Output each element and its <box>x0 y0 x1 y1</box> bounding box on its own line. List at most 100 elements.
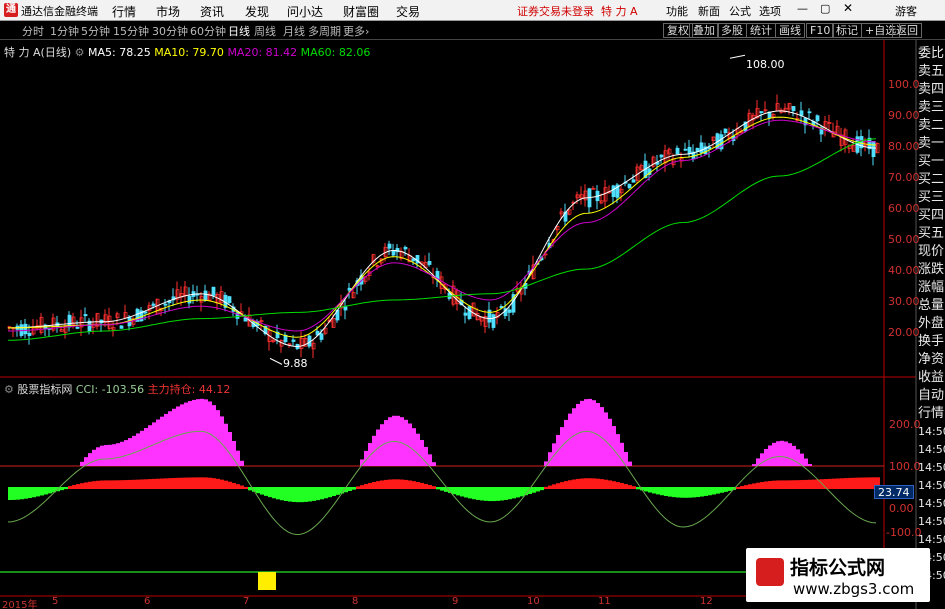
menu-xuanxiang[interactable]: 选项 <box>759 3 781 19</box>
candle-body <box>207 293 212 301</box>
close-icon[interactable]: ✕ <box>843 1 853 15</box>
restore-icon[interactable]: ▢ <box>820 2 830 15</box>
position-bar <box>804 479 808 489</box>
period-month[interactable]: 月线 <box>283 23 305 39</box>
menu-shichang[interactable]: 市场 <box>156 3 180 20</box>
menu-jiaoyi[interactable]: 交易 <box>396 3 420 20</box>
btn-tongji[interactable]: 统计 <box>746 23 776 38</box>
position-bar <box>352 487 356 490</box>
btn-fanhui[interactable]: 返回 <box>892 23 922 38</box>
menu-zixun[interactable]: 资讯 <box>200 3 224 20</box>
period-more[interactable]: 更多› <box>343 23 369 39</box>
side-sell3: 卖三 <box>918 100 945 115</box>
candle-body <box>751 114 756 121</box>
position-bar <box>344 487 348 493</box>
position-bar <box>280 487 284 501</box>
period-multi[interactable]: 多周期 <box>308 23 341 39</box>
position-bar <box>672 487 676 498</box>
period-day[interactable]: 日线 <box>228 23 250 39</box>
candle-body <box>195 293 200 296</box>
indicator-name[interactable]: 股票指标网 <box>17 383 72 396</box>
candle-body <box>139 310 144 322</box>
side-market[interactable]: 行情 <box>918 405 945 423</box>
position-bar <box>292 487 296 502</box>
menu-xinmian[interactable]: 新面 <box>698 3 720 19</box>
candle-body <box>659 154 664 158</box>
position-bar <box>84 482 88 489</box>
btn-huaxian[interactable]: 画线 <box>775 23 805 38</box>
login-status[interactable]: 证券交易未登录 特 力 A <box>517 3 638 19</box>
candle-body <box>699 142 704 153</box>
candle-body <box>415 255 420 264</box>
side-auto[interactable]: 自动 <box>918 387 945 405</box>
position-bar <box>276 487 280 500</box>
menu-gongshi[interactable]: 公式 <box>729 3 751 19</box>
candle-body <box>443 283 448 290</box>
candle-body <box>23 323 28 335</box>
position-bar <box>452 487 456 495</box>
position-bar <box>360 485 364 489</box>
menu-wenxiaoda[interactable]: 问小达 <box>287 3 323 20</box>
candle-body <box>223 294 228 308</box>
cci-high-bar <box>412 428 416 466</box>
settings-gear-icon[interactable]: ⚙ <box>4 383 14 396</box>
cci-high-bar <box>228 431 232 466</box>
candle-body <box>287 343 292 346</box>
period-60min[interactable]: 60分钟 <box>190 23 226 39</box>
candle-body <box>875 142 880 154</box>
position-bar <box>660 487 664 496</box>
btn-biaoji[interactable]: 标记 <box>832 23 862 38</box>
period-1min[interactable]: 1分钟 <box>50 23 79 39</box>
cci-high-bar <box>360 459 364 466</box>
cci-high-bar <box>380 424 384 466</box>
position-bar <box>836 478 840 489</box>
candle-body <box>619 188 624 194</box>
candle-body <box>671 158 676 166</box>
cci-high-bar <box>404 419 408 466</box>
position-bar <box>36 487 40 497</box>
position-bar <box>56 487 60 492</box>
cci-high-bar <box>200 398 204 466</box>
candle-body <box>395 247 400 253</box>
candle-body <box>151 303 156 306</box>
btn-duogu[interactable]: 多股 <box>717 23 747 38</box>
minimize-icon[interactable]: — <box>797 2 808 15</box>
side-weibi: 委比 <box>918 46 945 61</box>
period-fenshi[interactable]: 分时 <box>22 23 44 39</box>
guest-label[interactable]: 游客 <box>895 3 917 19</box>
candle-body <box>743 121 748 132</box>
position-bar <box>832 478 836 489</box>
menu-hangqing[interactable]: 行情 <box>112 3 136 20</box>
side-time: 14:50 <box>918 443 945 456</box>
watermark-icon <box>756 558 784 586</box>
period-week[interactable]: 周线 <box>254 23 276 39</box>
candle-body <box>167 300 172 304</box>
menu-faxian[interactable]: 发现 <box>245 3 269 20</box>
side-change-pct: 涨幅 <box>918 280 945 295</box>
cci-high-bar <box>776 441 780 466</box>
btn-f10[interactable]: F10 <box>806 23 835 38</box>
period-30min[interactable]: 30分钟 <box>152 23 188 39</box>
position-bar <box>168 478 172 489</box>
cci-high-bar <box>184 402 188 466</box>
candle-body <box>391 250 396 256</box>
candle-body <box>755 108 760 119</box>
candle-body <box>587 188 592 208</box>
position-bar <box>12 487 16 500</box>
menu-caifuquan[interactable]: 财富圈 <box>343 3 379 20</box>
candle-body <box>791 106 796 112</box>
period-15min[interactable]: 15分钟 <box>113 23 149 39</box>
period-tag: (日线) <box>40 46 72 59</box>
side-netasset: 净资 <box>918 352 945 367</box>
menu-gongneng[interactable]: 功能 <box>666 3 688 19</box>
period-5min[interactable]: 5分钟 <box>81 23 110 39</box>
candle-body <box>807 111 812 114</box>
candle-body <box>335 309 340 321</box>
position-bar <box>708 487 712 496</box>
btn-diejia[interactable]: 叠加 <box>689 23 719 38</box>
position-bar <box>656 487 660 495</box>
candle-body <box>119 325 124 329</box>
settings-gear-icon[interactable]: ⚙ <box>75 46 85 59</box>
position-bar <box>792 480 796 489</box>
side-outer: 外盘 <box>918 316 945 331</box>
